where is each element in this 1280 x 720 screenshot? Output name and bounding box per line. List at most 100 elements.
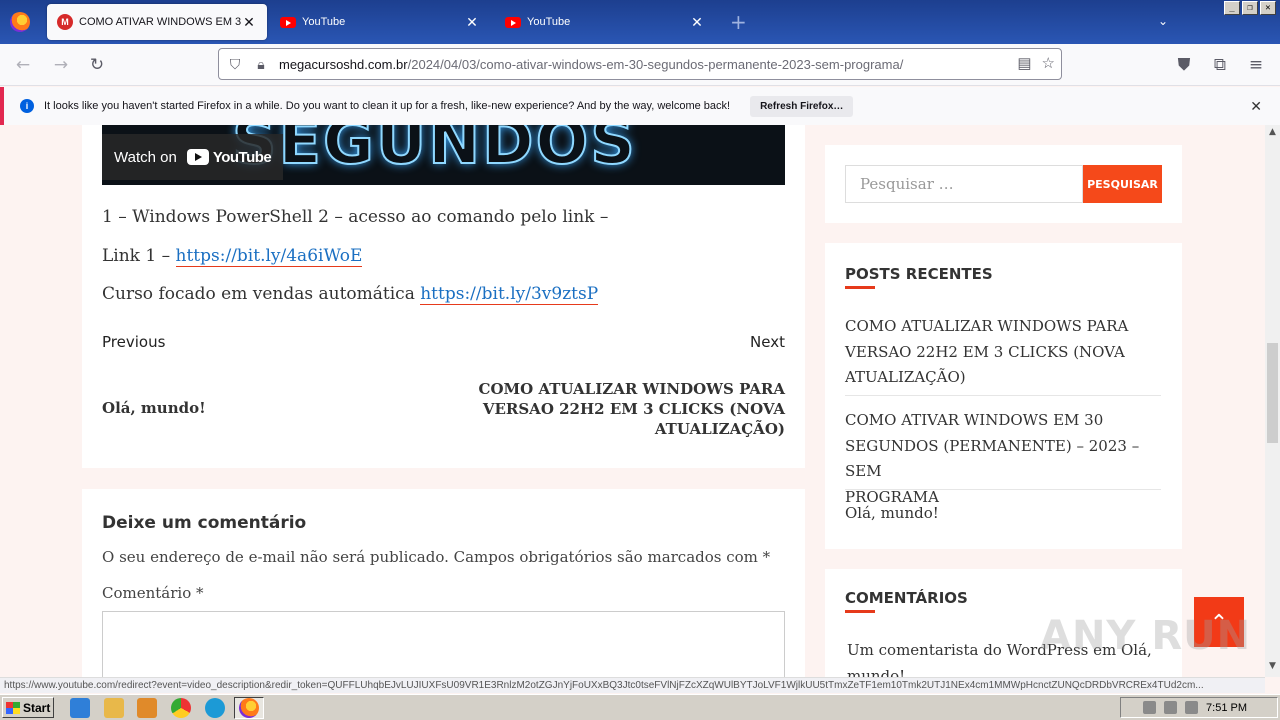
clock: 7:51 PM bbox=[1206, 701, 1247, 714]
post-line: VERSAO 22H2 EM 3 CLICKS (NOVA bbox=[845, 342, 1125, 361]
lock-icon[interactable]: 🔒︎ bbox=[251, 56, 271, 73]
comment-textarea[interactable] bbox=[102, 611, 785, 677]
search-input[interactable]: Pesquisar … bbox=[845, 165, 1083, 203]
restore-button[interactable]: ❐ bbox=[1242, 1, 1258, 15]
flag-icon[interactable] bbox=[1185, 701, 1199, 714]
window-controls: _ ❐ ✕ bbox=[1224, 1, 1276, 15]
firefox-taskbar-button[interactable] bbox=[234, 697, 264, 719]
article-line-1: 1 – Windows PowerShell 2 – acesso ao com… bbox=[102, 207, 609, 227]
course-prefix: Curso focado em vendas automática bbox=[102, 284, 421, 304]
divider bbox=[845, 489, 1161, 490]
internet-explorer-icon[interactable] bbox=[70, 698, 90, 718]
article-line-3: Curso focado em vendas automática https:… bbox=[102, 284, 599, 305]
comments-heading: COMENTÁRIOS bbox=[845, 589, 968, 613]
next-post-link[interactable]: COMO ATUALIZAR WINDOWS PARA VERSAO 22H2 … bbox=[479, 379, 785, 439]
reload-icon[interactable]: ↻ bbox=[86, 54, 108, 76]
recent-posts-widget: POSTS RECENTES COMO ATUALIZAR WINDOWS PA… bbox=[825, 243, 1182, 549]
start-button[interactable]: Start bbox=[2, 697, 54, 718]
recent-post-link[interactable]: COMO ATUALIZAR WINDOWS PARA VERSAO 22H2 … bbox=[845, 314, 1161, 391]
article-card: SEGUNDOS Watch on YouTube 1 – Windows Po… bbox=[82, 125, 805, 468]
link-prefix: Link 1 – bbox=[102, 246, 176, 266]
minimize-button[interactable]: _ bbox=[1224, 1, 1240, 15]
link-1[interactable]: https://bit.ly/4a6iWoE bbox=[175, 246, 363, 267]
watch-on-label: Watch on bbox=[114, 148, 177, 166]
vertical-scrollbar[interactable]: ▲ ▼ bbox=[1265, 125, 1280, 677]
comment-line: mundo! bbox=[847, 666, 906, 678]
tab-title: YouTube bbox=[527, 16, 571, 28]
scrollbar-thumb[interactable] bbox=[1267, 343, 1278, 443]
status-url: https://www.youtube.com/redirect?event=v… bbox=[0, 677, 1265, 693]
next-title-line: COMO ATUALIZAR WINDOWS PARA bbox=[478, 380, 785, 398]
page-content: SEGUNDOS Watch on YouTube 1 – Windows Po… bbox=[0, 125, 1265, 677]
post-line: COMO ATUALIZAR WINDOWS PARA bbox=[845, 317, 1129, 335]
reader-view-icon[interactable]: ▤ bbox=[1017, 54, 1031, 72]
close-tab-icon[interactable]: ✕ bbox=[689, 14, 705, 31]
recent-post-link[interactable]: Olá, mundo! bbox=[845, 501, 1161, 527]
media-player-icon[interactable] bbox=[137, 698, 157, 718]
tab-active[interactable]: M COMO ATIVAR WINDOWS EM 30 SEGUNDOS ✕ bbox=[47, 4, 267, 40]
search-button[interactable]: PESQUISAR bbox=[1083, 165, 1162, 203]
recent-post-link[interactable]: COMO ATIVAR WINDOWS EM 30 SEGUNDOS (PERM… bbox=[845, 408, 1161, 510]
comment-notice: O seu endereço de e-mail não será public… bbox=[102, 548, 771, 566]
navigation-toolbar: ← → ↻ ⛉ 🔒︎ megacursoshd.com.br/2024/04/0… bbox=[0, 44, 1280, 86]
refresh-firefox-button[interactable]: Refresh Firefox… bbox=[750, 95, 854, 117]
url-host: megacursoshd.com.br bbox=[279, 56, 408, 72]
list-tabs-chevron-icon[interactable]: ⌄ bbox=[1158, 14, 1168, 28]
video-thumbnail-text: SEGUNDOS bbox=[231, 125, 637, 179]
previous-label[interactable]: Previous bbox=[102, 333, 165, 351]
url-bar[interactable]: ⛉ 🔒︎ megacursoshd.com.br/2024/04/03/como… bbox=[218, 48, 1062, 80]
youtube-wordmark: YouTube bbox=[212, 148, 272, 166]
scroll-down-arrow-icon[interactable]: ▼ bbox=[1265, 661, 1280, 675]
tab-youtube-2[interactable]: YouTube ✕ bbox=[495, 4, 715, 40]
youtube-play-icon bbox=[186, 149, 209, 165]
tab-title: YouTube bbox=[302, 16, 346, 28]
youtube-icon bbox=[280, 16, 296, 28]
comment-label: Comentário * bbox=[102, 584, 204, 602]
previous-post-link[interactable]: Olá, mundo! bbox=[102, 399, 206, 417]
start-label: Start bbox=[23, 700, 51, 715]
windows-logo-icon bbox=[6, 701, 20, 714]
new-tab-button[interactable]: + bbox=[730, 10, 747, 34]
close-tab-icon[interactable]: ✕ bbox=[464, 14, 480, 31]
pocket-icon[interactable]: ⛊ bbox=[1173, 54, 1195, 76]
shield-icon[interactable]: ⛉ bbox=[225, 56, 245, 73]
firefox-icon[interactable] bbox=[10, 12, 30, 32]
course-link[interactable]: https://bit.ly/3v9ztsP bbox=[420, 284, 599, 305]
bookmark-star-icon[interactable]: ☆ bbox=[1042, 54, 1055, 72]
next-title-line: ATUALIZAÇÃO) bbox=[654, 420, 785, 438]
close-notification-icon[interactable]: ✕ bbox=[1250, 98, 1262, 115]
youtube-icon bbox=[505, 16, 521, 28]
chrome-icon[interactable] bbox=[171, 698, 191, 718]
edge-icon[interactable] bbox=[205, 698, 225, 718]
firefox-icon bbox=[239, 698, 259, 718]
close-window-button[interactable]: ✕ bbox=[1260, 1, 1276, 15]
comment-heading: Deixe um comentário bbox=[102, 513, 307, 533]
back-arrow-icon[interactable]: ← bbox=[12, 54, 34, 76]
info-icon: i bbox=[20, 99, 34, 113]
volume-icon[interactable] bbox=[1143, 701, 1157, 714]
anyrun-watermark: ANY RUN bbox=[1040, 613, 1252, 659]
menu-hamburger-icon[interactable]: ≡ bbox=[1245, 54, 1267, 76]
post-line: ATUALIZAÇÃO) bbox=[845, 368, 966, 386]
tab-strip: M COMO ATIVAR WINDOWS EM 30 SEGUNDOS ✕ Y… bbox=[0, 0, 1280, 44]
tab-youtube-1[interactable]: YouTube ✕ bbox=[270, 4, 490, 40]
system-tray: 7:51 PM bbox=[1120, 697, 1278, 718]
site-favicon-icon: M bbox=[57, 14, 73, 30]
network-icon[interactable] bbox=[1164, 701, 1178, 714]
notification-text: It looks like you haven't started Firefo… bbox=[44, 100, 731, 112]
scroll-up-arrow-icon[interactable]: ▲ bbox=[1265, 127, 1280, 141]
post-line: SEGUNDOS (PERMANENTE) – 2023 – SEM bbox=[845, 436, 1140, 481]
folder-icon[interactable] bbox=[104, 698, 124, 718]
tab-title: COMO ATIVAR WINDOWS EM 30 SEGUNDOS bbox=[79, 16, 241, 28]
next-title-line: VERSAO 22H2 EM 3 CLICKS (NOVA bbox=[482, 400, 785, 418]
recent-posts-heading: POSTS RECENTES bbox=[845, 265, 993, 289]
windows-taskbar: Start 7:51 PM bbox=[0, 694, 1280, 720]
close-tab-icon[interactable]: ✕ bbox=[241, 14, 257, 31]
watch-on-youtube-button[interactable]: Watch on YouTube bbox=[102, 134, 284, 180]
divider bbox=[845, 395, 1161, 396]
comment-form: Deixe um comentário O seu endereço de e-… bbox=[82, 489, 805, 677]
extensions-icon[interactable]: ⧉ bbox=[1209, 54, 1231, 76]
youtube-embed[interactable]: SEGUNDOS Watch on YouTube bbox=[102, 125, 785, 185]
forward-arrow-icon[interactable]: → bbox=[50, 54, 72, 76]
next-label[interactable]: Next bbox=[750, 333, 785, 351]
